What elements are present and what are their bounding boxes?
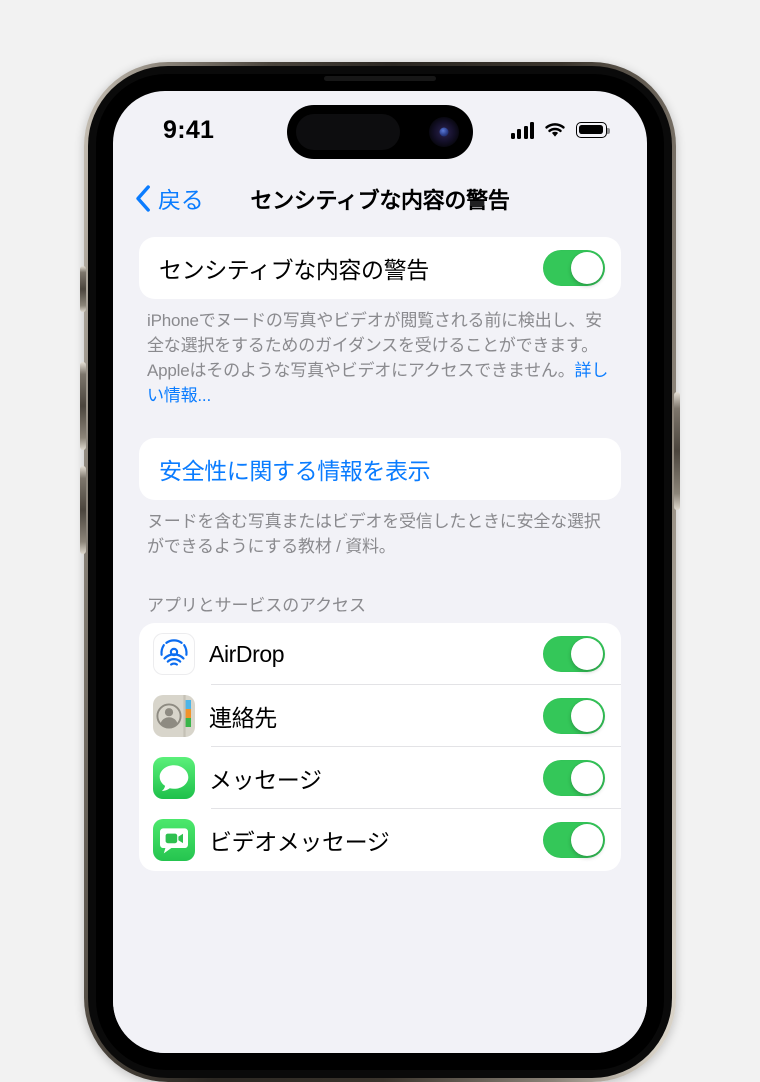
front-camera-icon — [429, 117, 459, 147]
sensitive-content-warning-label: センシティブな内容の警告 — [159, 251, 543, 285]
sensitive-content-warning-card: センシティブな内容の警告 — [139, 237, 621, 299]
iphone-device-frame: 9:41 戻 — [84, 62, 676, 1082]
volume-up-button[interactable] — [80, 362, 86, 450]
status-time: 9:41 — [163, 116, 214, 145]
contacts-icon — [153, 695, 195, 737]
earpiece-speaker-grille — [324, 76, 436, 81]
apps-and-services-card: AirDrop — [139, 623, 621, 871]
app-label-airdrop: AirDrop — [209, 641, 543, 668]
app-toggle-video-messages[interactable] — [543, 822, 605, 858]
signal-bars-icon — [511, 122, 535, 139]
app-row-airdrop[interactable]: AirDrop — [139, 623, 621, 685]
safety-information-card: 安全性に関する情報を表示 — [139, 438, 621, 500]
app-row-contacts[interactable]: 連絡先 — [139, 685, 621, 747]
show-safety-information-label: 安全性に関する情報を表示 — [159, 452, 605, 486]
app-toggle-messages[interactable] — [543, 760, 605, 796]
sensitive-content-warning-row[interactable]: センシティブな内容の警告 — [139, 237, 621, 299]
volume-down-button[interactable] — [80, 466, 86, 554]
dynamic-island[interactable] — [287, 105, 473, 159]
power-side-button[interactable] — [674, 392, 680, 510]
sensitive-content-warning-toggle[interactable] — [543, 250, 605, 286]
navigation-bar: 戻る センシティブな内容の警告 — [113, 173, 647, 229]
status-indicators — [511, 121, 608, 139]
safety-information-footnote: ヌードを含む写真またはビデオを受信したときに安全な選択ができるようにする教材 /… — [113, 500, 647, 559]
dynamic-island-pill — [296, 114, 400, 150]
app-row-video-messages[interactable]: ビデオメッセージ — [139, 809, 621, 871]
app-label-contacts: 連絡先 — [209, 699, 543, 733]
airdrop-icon — [153, 633, 195, 675]
video-messages-icon — [153, 819, 195, 861]
app-label-messages: メッセージ — [209, 761, 543, 795]
footnote-text: iPhoneでヌードの写真やビデオが閲覧される前に検出し、安全な選択をするための… — [147, 311, 602, 380]
page-title: センシティブな内容の警告 — [113, 183, 647, 215]
settings-scroll-view[interactable]: センシティブな内容の警告 iPhoneでヌードの写真やビデオが閲覧される前に検出… — [113, 237, 647, 1053]
app-toggle-airdrop[interactable] — [543, 636, 605, 672]
messages-icon — [153, 757, 195, 799]
iphone-screen: 9:41 戻 — [113, 91, 647, 1053]
app-row-messages[interactable]: メッセージ — [139, 747, 621, 809]
app-toggle-contacts[interactable] — [543, 698, 605, 734]
wifi-icon — [543, 121, 567, 139]
sensitive-content-warning-footnote: iPhoneでヌードの写真やビデオが閲覧される前に検出し、安全な選択をするための… — [113, 299, 647, 408]
action-button[interactable] — [80, 266, 86, 312]
app-label-video-messages: ビデオメッセージ — [209, 823, 543, 857]
apps-and-services-header: アプリとサービスのアクセス — [113, 591, 647, 623]
battery-full-icon — [576, 122, 607, 138]
show-safety-information-row[interactable]: 安全性に関する情報を表示 — [139, 438, 621, 500]
